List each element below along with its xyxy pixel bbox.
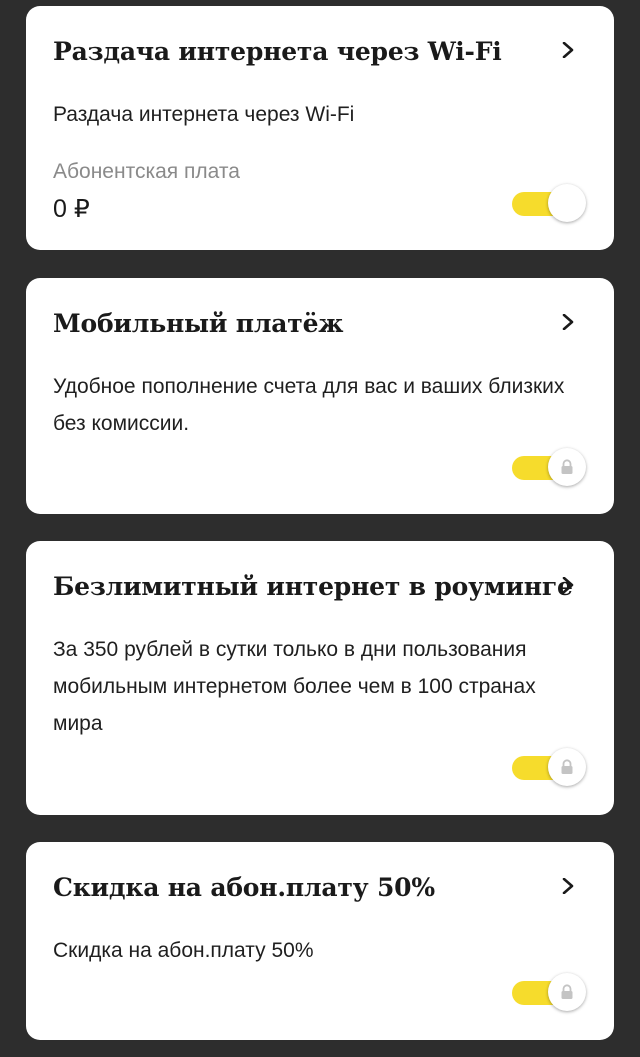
services-list: Раздача интернета через Wi-Fi Раздача ин… bbox=[0, 0, 640, 1057]
chevron-right-icon[interactable] bbox=[560, 42, 576, 58]
service-card-roaming-internet[interactable]: Безлимитный интернет в роуминге За 350 р… bbox=[26, 541, 614, 815]
service-description: Удобное пополнение счета для вас и ваших… bbox=[53, 375, 565, 435]
chevron-right-icon[interactable] bbox=[560, 878, 576, 894]
toggle-thumb bbox=[548, 748, 586, 786]
service-description: За 350 рублей в сутки только в дни польз… bbox=[53, 638, 536, 735]
service-card-mobile-payment[interactable]: Мобильный платёж Удобное пополнение счет… bbox=[26, 278, 614, 514]
fee-label: Абонентская плата bbox=[53, 160, 240, 183]
service-description: Раздача интернета через Wi-Fi bbox=[53, 103, 355, 126]
service-description: Скидка на абон.плату 50% bbox=[53, 939, 314, 962]
chevron-right-icon[interactable] bbox=[560, 577, 576, 593]
service-title: Скидка на абон.плату 50% bbox=[53, 873, 435, 902]
service-card-wifi-sharing[interactable]: Раздача интернета через Wi-Fi Раздача ин… bbox=[26, 6, 614, 250]
service-title: Раздача интернета через Wi-Fi bbox=[53, 37, 502, 66]
service-toggle-locked bbox=[512, 448, 586, 488]
toggle-thumb bbox=[548, 973, 586, 1011]
toggle-thumb bbox=[548, 184, 586, 222]
service-toggle[interactable] bbox=[512, 184, 586, 224]
fee-value: 0 ₽ bbox=[53, 195, 90, 223]
service-toggle-locked bbox=[512, 748, 586, 788]
lock-icon bbox=[560, 759, 574, 775]
service-title: Безлимитный интернет в роуминге bbox=[53, 572, 573, 601]
service-title: Мобильный платёж bbox=[53, 309, 344, 338]
chevron-right-icon[interactable] bbox=[560, 314, 576, 330]
service-card-fee-discount[interactable]: Скидка на абон.плату 50% Скидка на абон.… bbox=[26, 842, 614, 1040]
service-toggle-locked bbox=[512, 973, 586, 1013]
toggle-thumb bbox=[548, 448, 586, 486]
lock-icon bbox=[560, 984, 574, 1000]
lock-icon bbox=[560, 459, 574, 475]
